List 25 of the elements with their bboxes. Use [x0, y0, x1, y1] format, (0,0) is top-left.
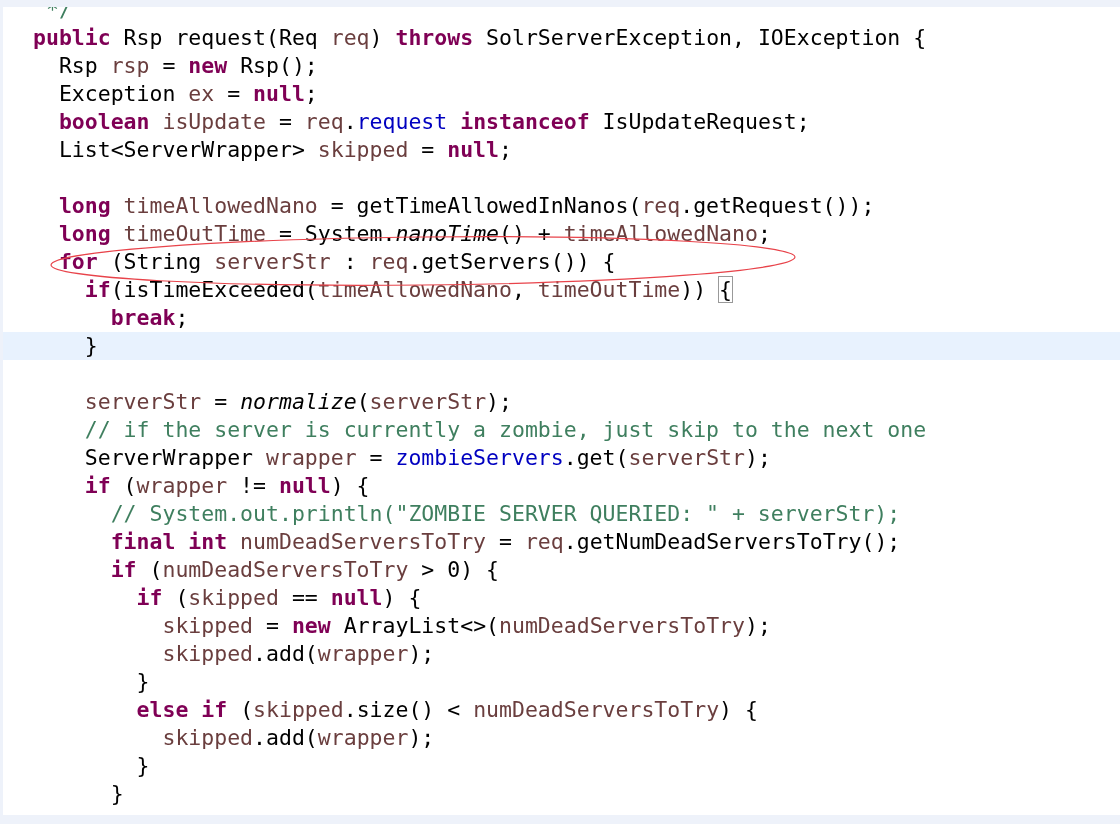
code-line: Exception ex = null; — [57, 81, 318, 106]
code-line: ServerWrapper wrapper = zombieServers.get(serverStr); — [83, 445, 771, 470]
code-line: else if (skipped.size() < numDeadServersToTry) { — [135, 697, 758, 722]
code-line: for (String serverStr : req.getServers()) { — [57, 249, 616, 274]
code-line: if (numDeadServersToTry > 0) { — [109, 557, 499, 582]
code-line: public Rsp request(Req req) throws SolrServerException, IOException { — [33, 25, 927, 50]
code-line: skipped.add(wrapper); — [161, 641, 435, 666]
code-line: } — [83, 333, 98, 358]
code-line: } — [135, 669, 150, 694]
code-line: List<ServerWrapper> skipped = null; — [57, 137, 512, 162]
code-line: serverStr = normalize(serverStr); — [83, 389, 512, 414]
code-line: boolean isUpdate = req.request instanceof IsUpdateRequest; — [57, 109, 810, 134]
code-line: Rsp rsp = new Rsp(); — [57, 53, 318, 78]
code-line: skipped.add(wrapper); — [161, 725, 435, 750]
code-line: if (wrapper != null) { — [83, 473, 370, 498]
code-line: final int numDeadServersToTry = req.getNumDeadServersToTry(); — [109, 529, 901, 554]
code-line: skipped = new ArrayList<>(numDeadServersToTry); — [161, 613, 771, 638]
code-line: if (skipped == null) { — [135, 585, 422, 610]
code-line: // if the server is currently a zombie, just skip to the next one — [83, 417, 927, 442]
code-line: } — [135, 753, 150, 778]
code-line: } — [109, 781, 124, 806]
code-line: // System.out.println("ZOMBIE SERVER QUERIED: " + serverStr); — [109, 501, 901, 526]
code-line: if(isTimeExceeded(timeAllowedNano, timeOutTime)) { — [83, 277, 733, 302]
code-line: break; — [109, 305, 189, 330]
code-line: long timeAllowedNano = getTimeAllowedInNanos(req.getRequest()); — [57, 193, 875, 218]
